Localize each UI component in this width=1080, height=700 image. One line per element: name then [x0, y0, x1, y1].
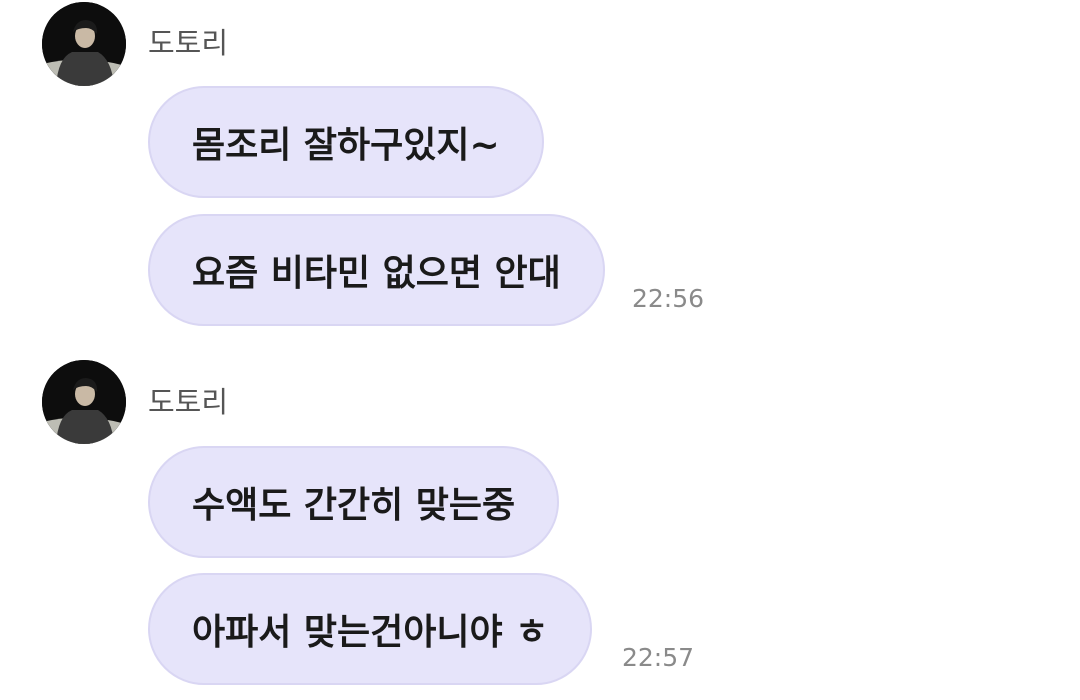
message-bubble[interactable]: 아파서 맞는건아니야 ㅎ — [148, 573, 593, 685]
message-bubble[interactable]: 몸조리 잘하구있지~ — [148, 86, 544, 198]
avatar[interactable] — [42, 2, 126, 86]
avatar[interactable] — [42, 360, 126, 444]
message-timestamp: 22:56 — [632, 284, 705, 313]
message-timestamp: 22:57 — [622, 643, 695, 672]
profile-photo-icon — [42, 360, 126, 444]
sender-name: 도토리 — [148, 385, 229, 419]
message-bubble[interactable]: 수액도 간간히 맞는중 — [148, 446, 560, 558]
sender-name: 도토리 — [148, 26, 229, 60]
message-bubble[interactable]: 요즘 비타민 없으면 안대 — [148, 214, 605, 326]
profile-photo-icon — [42, 2, 126, 86]
